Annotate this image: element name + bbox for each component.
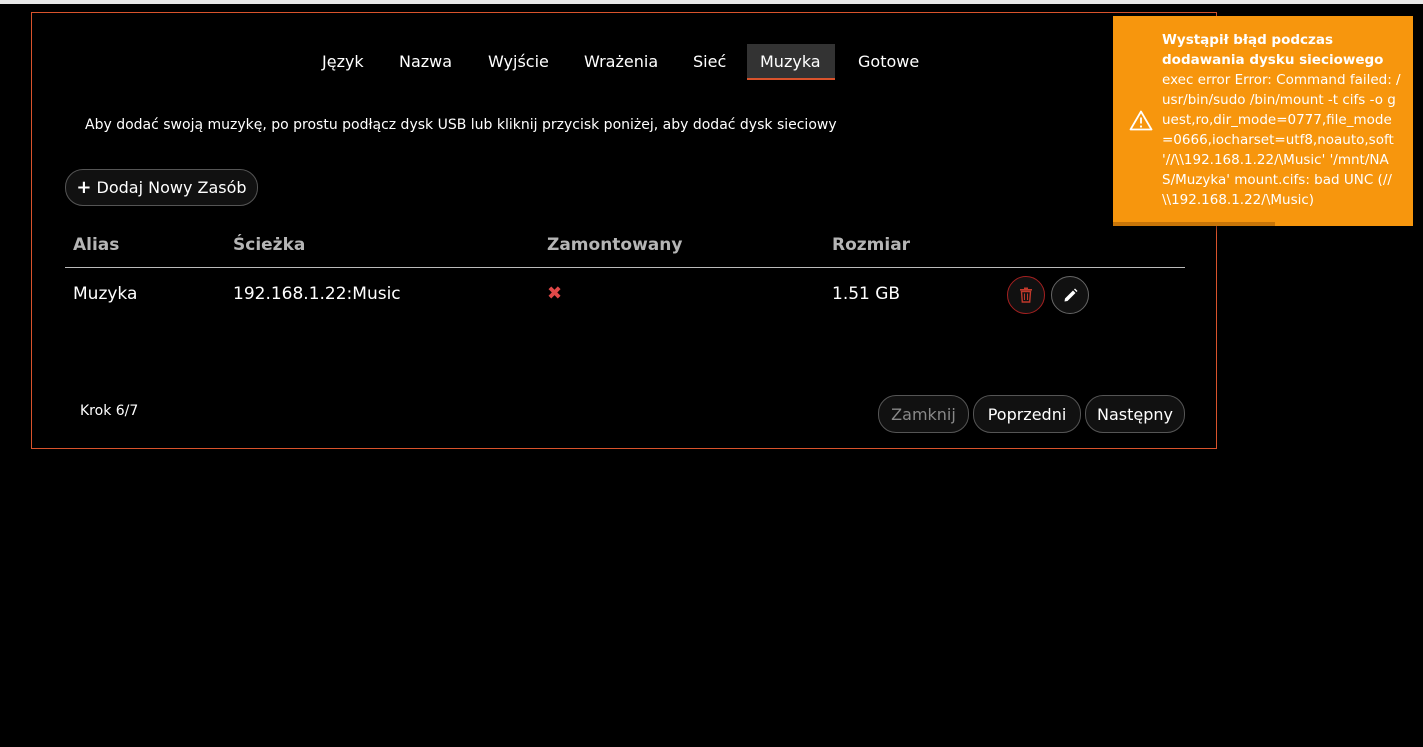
table-row: Muzyka 192.168.1.22:Music ✖ 1.51 GB	[65, 268, 1185, 323]
music-sources-table: Alias Ścieżka Zamontowany Rozmiar Muzyka…	[65, 227, 1185, 323]
edit-button[interactable]	[1051, 276, 1089, 314]
delete-button[interactable]	[1007, 276, 1045, 314]
next-button[interactable]: Następny	[1085, 395, 1185, 433]
tab-network[interactable]: Sieć	[680, 44, 739, 80]
toast-title: Wystąpił błąd podczas dodawania dysku si…	[1162, 32, 1384, 68]
tab-output[interactable]: Wyjście	[475, 44, 562, 80]
cell-path: 192.168.1.22:Music	[233, 284, 401, 304]
tab-language[interactable]: Język	[309, 44, 377, 80]
add-new-resource-button[interactable]: + Dodaj Nowy Zasób	[65, 169, 258, 206]
trash-icon	[1020, 287, 1032, 303]
not-mounted-icon: ✖	[547, 283, 563, 304]
tab-music[interactable]: Muzyka	[747, 44, 835, 80]
header-size: Rozmiar	[832, 235, 911, 255]
add-new-resource-label: Dodaj Nowy Zasób	[96, 178, 247, 197]
wizard-tabs: Język Nazwa Wyjście Wrażenia Sieć Muzyka…	[32, 44, 1216, 82]
intro-text: Aby dodać swoją muzykę, po prostu podłąc…	[85, 117, 837, 133]
top-border	[0, 0, 1423, 4]
toast-message: exec error Error: Command failed: /usr/b…	[1162, 72, 1401, 208]
warning-icon	[1129, 110, 1153, 137]
plus-icon: +	[76, 177, 92, 198]
pencil-icon	[1064, 288, 1077, 301]
tab-done[interactable]: Gotowe	[845, 44, 932, 80]
step-indicator: Krok 6/7	[80, 403, 139, 419]
error-toast[interactable]: Wystąpił błąd podczas dodawania dysku si…	[1113, 16, 1413, 226]
header-path: Ścieżka	[233, 235, 306, 255]
cell-alias: Muzyka	[73, 284, 138, 304]
header-alias: Alias	[73, 235, 120, 255]
cell-size: 1.51 GB	[832, 284, 901, 304]
setup-wizard-panel: Język Nazwa Wyjście Wrażenia Sieć Muzyka…	[31, 12, 1217, 449]
close-button[interactable]: Zamknij	[878, 395, 969, 433]
tab-name[interactable]: Nazwa	[386, 44, 465, 80]
toast-progress-bar	[1113, 222, 1275, 226]
tab-experience[interactable]: Wrażenia	[571, 44, 671, 80]
table-header: Alias Ścieżka Zamontowany Rozmiar	[65, 227, 1185, 268]
header-mounted: Zamontowany	[547, 235, 683, 255]
previous-button[interactable]: Poprzedni	[973, 395, 1081, 433]
